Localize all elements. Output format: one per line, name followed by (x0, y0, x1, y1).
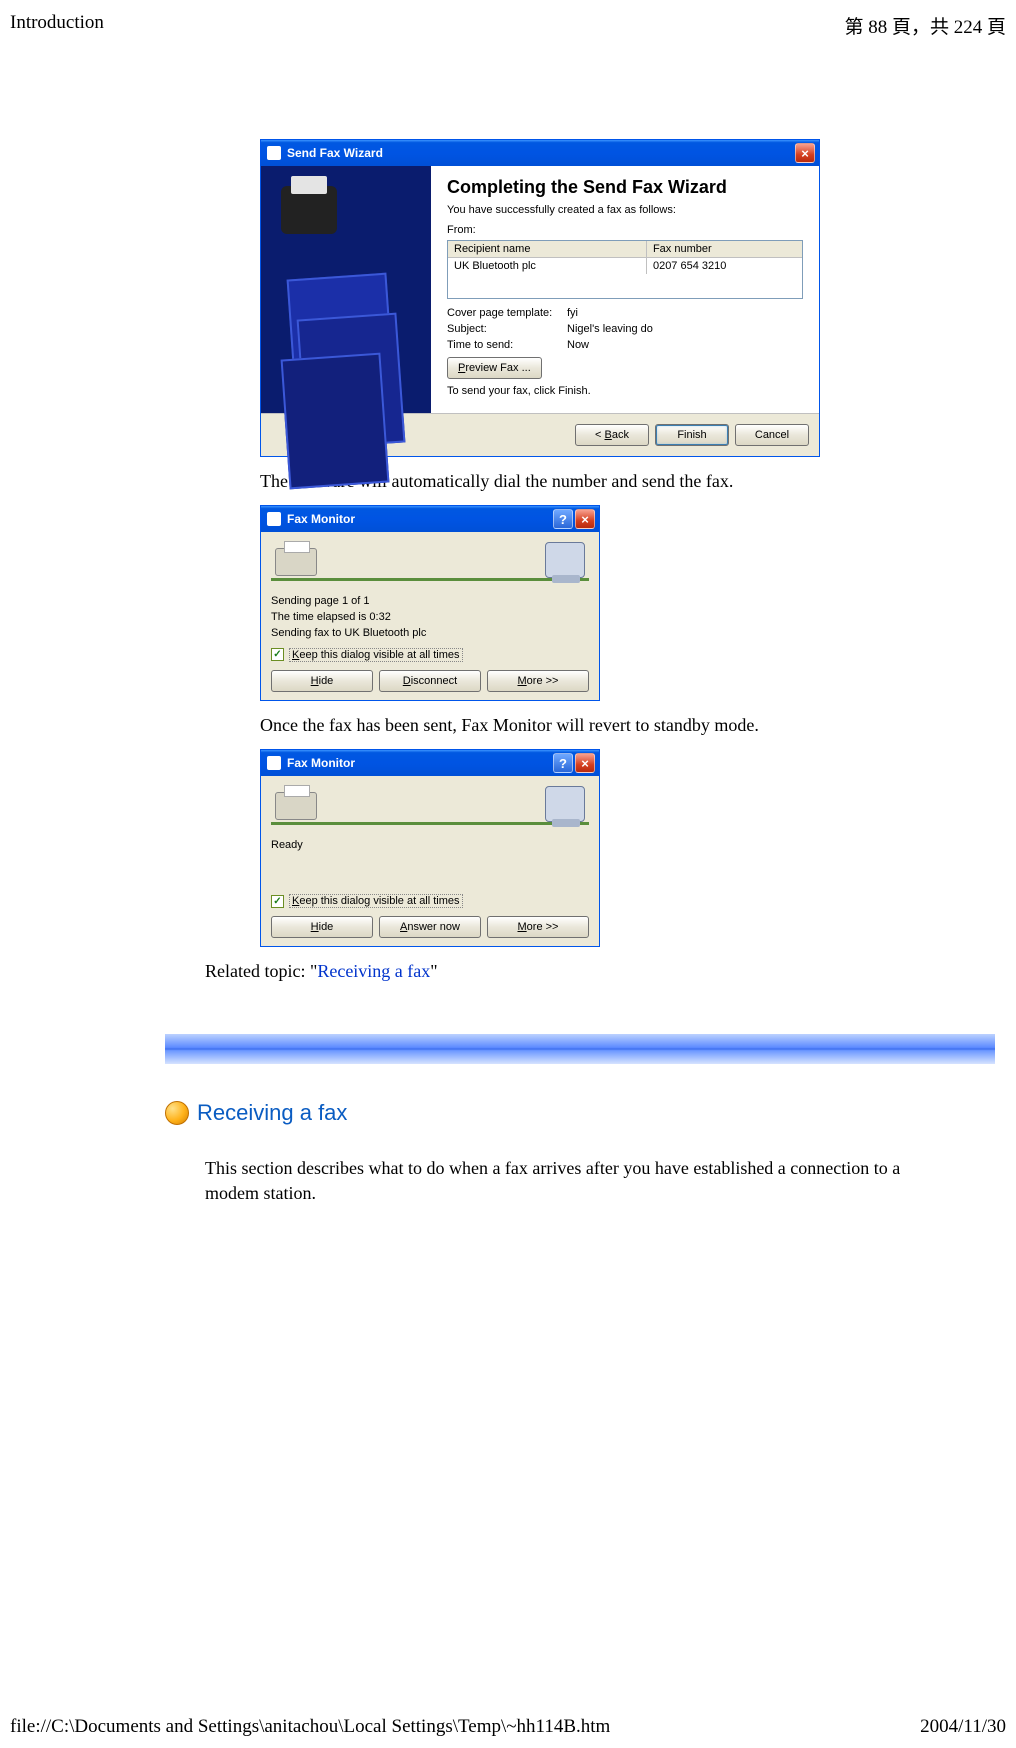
checkbox-label: Keep this dialog visible at all times (289, 894, 463, 908)
fax-monitor-titlebar-icon (267, 756, 281, 770)
status-line: Sending page 1 of 1 (271, 594, 589, 610)
page-counter: 第 88 頁，共 224 頁 (844, 12, 1006, 39)
transfer-animation (271, 782, 589, 836)
section-heading: Receiving a fax (165, 1100, 1016, 1126)
status-line: The time elapsed is 0:32 (271, 610, 589, 626)
cover-template-label: Cover page template: (447, 307, 567, 319)
hide-button[interactable]: Hide (271, 670, 373, 692)
time-to-send-label: Time to send: (447, 339, 567, 351)
related-topic-link[interactable]: Receiving a fax (317, 961, 430, 981)
table-cell-recipient: UK Bluetooth plc (448, 258, 647, 274)
wizard-title-text: Send Fax Wizard (287, 146, 383, 160)
keep-visible-checkbox[interactable]: ✓ Keep this dialog visible at all times (271, 648, 589, 662)
close-icon[interactable]: × (575, 753, 595, 773)
fax-monitor-window-sending: Fax Monitor ? × Sending page 1 of 1 The … (260, 505, 600, 701)
table-row: UK Bluetooth plc 0207 654 3210 (448, 258, 802, 274)
preview-fax-button[interactable]: PPreview Fax ...review Fax ... (447, 357, 542, 379)
status-line: Ready (271, 838, 589, 854)
footer-path: file://C:\Documents and Settings\anitach… (10, 1716, 610, 1738)
disconnect-button[interactable]: Disconnect (379, 670, 481, 692)
send-fax-wizard-window: Send Fax Wizard × Completing the Send Fa… (260, 139, 820, 457)
finish-note: To send your fax, click Finish. (447, 385, 803, 397)
fax-device-icon (275, 548, 317, 576)
cover-template-value: fyi (567, 307, 803, 319)
section-separator (165, 1034, 995, 1064)
more-button[interactable]: More >> (487, 916, 589, 938)
time-to-send-value: Now (567, 339, 803, 351)
cancel-button[interactable]: Cancel (735, 424, 809, 446)
table-header-recipient: Recipient name (448, 241, 647, 257)
finish-button[interactable]: Finish (655, 424, 729, 446)
wizard-heading: Completing the Send Fax Wizard (447, 178, 803, 198)
close-icon[interactable]: × (575, 509, 595, 529)
recipients-table: Recipient name Fax number UK Bluetooth p… (447, 240, 803, 299)
from-label: From: (447, 224, 476, 236)
table-cell-faxnumber: 0207 654 3210 (647, 258, 802, 274)
back-button[interactable]: < Back (575, 424, 649, 446)
section-title-text: Receiving a fax (197, 1100, 347, 1126)
section-paragraph: This section describes what to do when a… (0, 1156, 1016, 1206)
fax-monitor-titlebar-icon (267, 512, 281, 526)
fax-monitor-titlebar[interactable]: Fax Monitor ? × (261, 750, 599, 776)
fax-monitor-title-text: Fax Monitor (287, 512, 355, 526)
fax-monitor-titlebar[interactable]: Fax Monitor ? × (261, 506, 599, 532)
wizard-titlebar-icon (267, 146, 281, 160)
fax-machine-icon (281, 186, 337, 234)
footer-date: 2004/11/30 (920, 1716, 1006, 1738)
paper-sheet-icon (281, 353, 390, 490)
status-line: Sending fax to UK Bluetooth plc (271, 626, 589, 642)
body-paragraph: Once the fax has been sent, Fax Monitor … (260, 713, 966, 737)
doc-title: Introduction (10, 12, 104, 39)
related-topic: Related topic: "Receiving a fax" (0, 959, 1016, 983)
bullet-icon (165, 1101, 189, 1125)
answer-now-button[interactable]: Answer now (379, 916, 481, 938)
checkbox-icon: ✓ (271, 648, 284, 661)
wizard-sidebar-graphic (261, 166, 431, 413)
computer-icon (545, 542, 585, 578)
close-icon[interactable]: × (795, 143, 815, 163)
more-button[interactable]: More >> (487, 670, 589, 692)
checkbox-icon: ✓ (271, 895, 284, 908)
help-icon[interactable]: ? (553, 753, 573, 773)
subject-label: Subject: (447, 323, 567, 335)
fax-monitor-window-ready: Fax Monitor ? × Ready ✓ Keep this dialog… (260, 749, 600, 947)
subject-value: Nigel's leaving do (567, 323, 803, 335)
table-header-faxnumber: Fax number (647, 241, 802, 257)
transfer-animation (271, 538, 589, 592)
wizard-subtext: You have successfully created a fax as f… (447, 204, 803, 216)
fax-monitor-title-text: Fax Monitor (287, 756, 355, 770)
hide-button[interactable]: Hide (271, 916, 373, 938)
keep-visible-checkbox[interactable]: ✓ Keep this dialog visible at all times (271, 894, 589, 908)
wizard-titlebar[interactable]: Send Fax Wizard × (261, 140, 819, 166)
fax-device-icon (275, 792, 317, 820)
computer-icon (545, 786, 585, 822)
checkbox-label: Keep this dialog visible at all times (289, 648, 463, 662)
help-icon[interactable]: ? (553, 509, 573, 529)
